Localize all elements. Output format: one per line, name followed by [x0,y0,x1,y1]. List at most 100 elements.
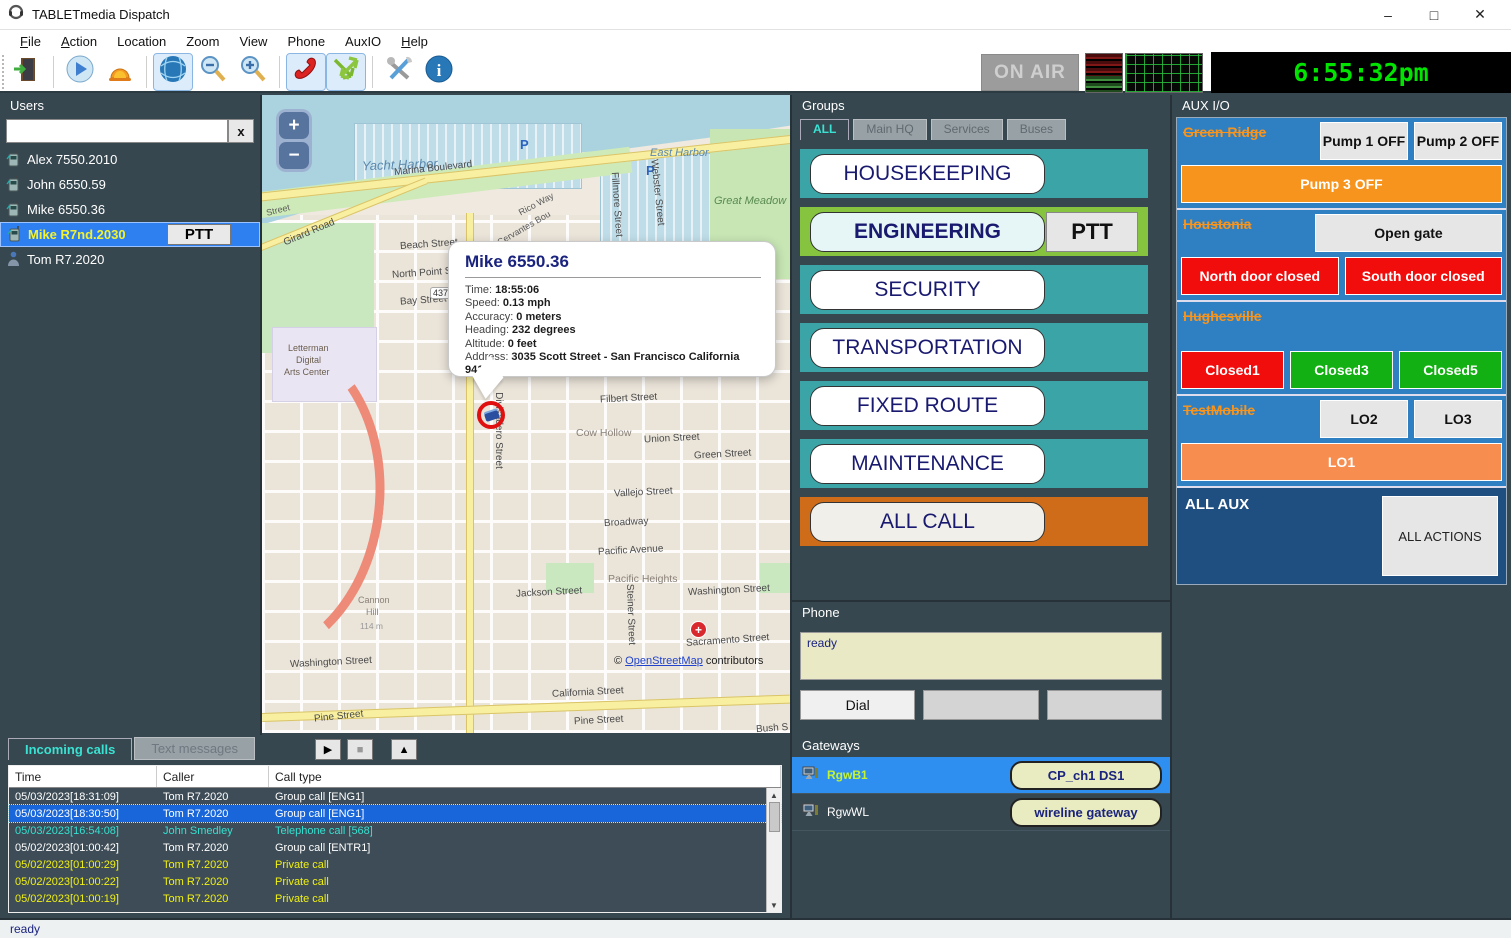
status-bar: ready [0,918,1511,938]
group-row: SECURITY [800,265,1148,314]
menu-action[interactable]: Action [51,32,107,51]
gateway-row[interactable]: RgwB1 CP_ch1 DS1 [792,757,1170,794]
scroll-up-icon[interactable]: ▲ [770,788,778,802]
gateways-header: Gateways [792,735,1170,757]
blank-button[interactable] [923,690,1038,720]
tab-all[interactable]: ALL [800,119,849,140]
tab-text-messages[interactable]: Text messages [134,737,255,760]
user-row[interactable]: John 6550.59 [0,172,260,197]
map-button[interactable] [154,54,192,90]
calls-table: TimeCallerCall type 05/03/2023[18:31:09]… [8,765,782,913]
aux-button[interactable]: South door closed [1345,257,1503,295]
group-call-button[interactable]: MAINTENANCE [810,444,1045,484]
group-ptt-button[interactable]: PTT [1046,212,1138,252]
minimize-button[interactable]: – [1365,0,1411,30]
call-caller: Tom R7.2020 [157,876,269,888]
toolbar: i ON AIR 6:55:32pm [0,52,1511,93]
group-call-button[interactable]: TRANSPORTATION [810,328,1045,368]
gateway-row[interactable]: RgwWLwireline gateway [792,794,1170,831]
aux-header: AUX I/O [1172,95,1511,117]
up-button[interactable]: ▲ [391,739,417,760]
menu-auxio[interactable]: AuxIO [335,32,391,51]
phone-button[interactable] [287,54,325,90]
group-call-button[interactable]: ALL CALL [810,502,1045,542]
call-type: Private call [269,859,781,871]
maximize-button[interactable]: □ [1411,0,1457,30]
info-button[interactable]: i [420,54,458,90]
map-zoom-out-button[interactable]: − [279,142,309,169]
blank-button[interactable] [1047,690,1162,720]
aux-button[interactable]: LO2 [1320,400,1408,438]
patch-button[interactable] [327,54,365,90]
tab-main-hq[interactable]: Main HQ [853,119,926,140]
close-button[interactable]: ✕ [1457,0,1503,30]
map-zoom-in-button[interactable]: + [279,112,309,139]
group-call-button[interactable]: HOUSEKEEPING [810,154,1045,194]
aux-button[interactable]: LO1 [1181,443,1502,481]
column-header[interactable]: Call type [269,766,781,787]
aux-button[interactable]: LO3 [1414,400,1502,438]
aux-button[interactable]: Closed1 [1181,351,1284,389]
scroll-down-icon[interactable]: ▼ [770,898,778,912]
gateway-channel-button[interactable]: wireline gateway [1010,798,1162,827]
users-panel: Users x Alex 7550.2010John 6550.59Mike 6… [0,95,262,735]
tab-incoming-calls[interactable]: Incoming calls [8,738,132,760]
alert-button[interactable] [101,54,139,90]
group-call-button[interactable]: ENGINEERING [810,212,1045,252]
clear-search-button[interactable]: x [228,119,254,143]
user-ptt-button[interactable]: PTT [167,224,231,245]
menu-phone[interactable]: Phone [277,32,335,51]
call-row[interactable]: 05/02/2023[01:00:29]Tom R7.2020Private c… [9,856,781,873]
call-row[interactable]: 05/02/2023[01:00:42]Tom R7.2020Group cal… [9,839,781,856]
aux-button[interactable]: Pump 3 OFF [1181,165,1502,203]
vehicle-icon [484,410,500,422]
gateway-channel-button[interactable]: CP_ch1 DS1 [1010,761,1162,790]
menu-location[interactable]: Location [107,32,176,51]
map-view[interactable]: Yacht HarborEast HarborPPGreat MeadowMar… [262,95,790,733]
phone-display[interactable]: ready [800,632,1162,680]
aux-button[interactable]: Closed3 [1290,351,1393,389]
tab-buses[interactable]: Buses [1007,119,1066,140]
all-actions-button[interactable]: ALL ACTIONS [1382,496,1498,576]
user-search-input[interactable] [6,119,228,143]
user-location-marker[interactable] [477,401,505,429]
user-name: Mike 6550.36 [27,202,105,217]
call-row[interactable]: 05/03/2023[16:54:08]John SmedleyTelephon… [9,822,781,839]
menu-help[interactable]: Help [391,32,438,51]
gateway-name: RgwB1 [827,768,868,782]
zoom-in-button[interactable] [234,54,272,90]
aux-button[interactable]: North door closed [1181,257,1339,295]
openstreetmap-link[interactable]: OpenStreetMap [625,655,703,667]
start-button[interactable] [61,54,99,90]
menu-view[interactable]: View [230,32,278,51]
user-row[interactable]: Mike R7nd.2030PTT [0,222,260,247]
call-row[interactable]: 05/03/2023[18:31:09]Tom R7.2020Group cal… [9,788,781,805]
group-call-button[interactable]: FIXED ROUTE [810,386,1045,426]
menu-file[interactable]: File [10,32,51,51]
call-row[interactable]: 05/02/2023[01:00:19]Tom R7.2020Private c… [9,890,781,907]
calls-scrollbar[interactable]: ▲ ▼ [766,788,781,912]
play-button[interactable]: ▶ [315,739,341,760]
call-caller: Tom R7.2020 [157,842,269,854]
group-call-button[interactable]: SECURITY [810,270,1045,310]
aux-button[interactable]: Pump 2 OFF [1414,122,1502,160]
scrollbar-thumb[interactable] [769,802,780,832]
all-aux-section: ALL AUXALL ACTIONS [1177,488,1506,584]
column-header[interactable]: Caller [157,766,269,787]
aux-button[interactable]: Pump 1 OFF [1320,122,1408,160]
call-row[interactable]: 05/03/2023[18:30:50]Tom R7.2020Group cal… [9,805,781,822]
settings-button[interactable] [380,54,418,90]
tab-services[interactable]: Services [931,119,1003,140]
exit-button[interactable] [8,54,46,90]
menu-zoom[interactable]: Zoom [176,32,229,51]
dial-button[interactable]: Dial [800,690,915,720]
aux-button[interactable]: Closed5 [1399,351,1502,389]
column-header[interactable]: Time [9,766,157,787]
user-row[interactable]: Alex 7550.2010 [0,147,260,172]
zoom-out-button[interactable] [194,54,232,90]
aux-button[interactable]: Open gate [1315,214,1502,252]
call-row[interactable]: 05/02/2023[01:00:22]Tom R7.2020Private c… [9,873,781,890]
user-row[interactable]: Mike 6550.36 [0,197,260,222]
aux-section: TestMobileLO2LO3LO1 [1177,396,1506,488]
user-row[interactable]: Tom R7.2020 [0,247,260,272]
